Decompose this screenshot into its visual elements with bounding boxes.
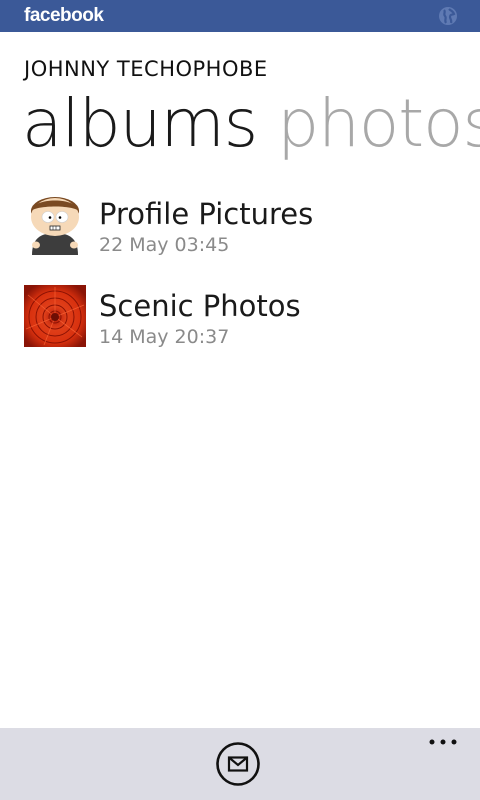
- top-bar: facebook: [0, 0, 480, 32]
- red-flower-image: [24, 285, 86, 347]
- album-title: Scenic Photos: [99, 289, 301, 323]
- album-title: Profile Pictures: [99, 197, 314, 231]
- message-icon[interactable]: [216, 742, 260, 786]
- page: facebook JOHNNY TECHOPHOBE albumsphotos: [0, 0, 480, 800]
- app-brand: facebook: [24, 5, 104, 26]
- album-date: 14 May 20:37: [99, 326, 230, 348]
- pivot-albums[interactable]: albums: [22, 85, 258, 162]
- album-item-scenic-photos[interactable]: Scenic Photos 14 May 20:37: [24, 285, 464, 349]
- profile-name: JOHNNY TECHOPHOBE: [24, 57, 268, 81]
- more-icon[interactable]: [428, 736, 458, 752]
- cartoon-avatar-image: [24, 193, 86, 255]
- album-thumbnail: [24, 285, 86, 347]
- pivot-header: albums photos: [22, 82, 480, 166]
- album-item-profile-pictures[interactable]: Profile Pictures 22 May 03:45: [24, 193, 464, 257]
- album-thumbnail: [24, 193, 86, 255]
- app-bar: [0, 728, 480, 800]
- globe-icon[interactable]: [438, 6, 458, 26]
- album-date: 22 May 03:45: [99, 234, 230, 256]
- pivot-photos[interactable]: photos: [277, 85, 480, 162]
